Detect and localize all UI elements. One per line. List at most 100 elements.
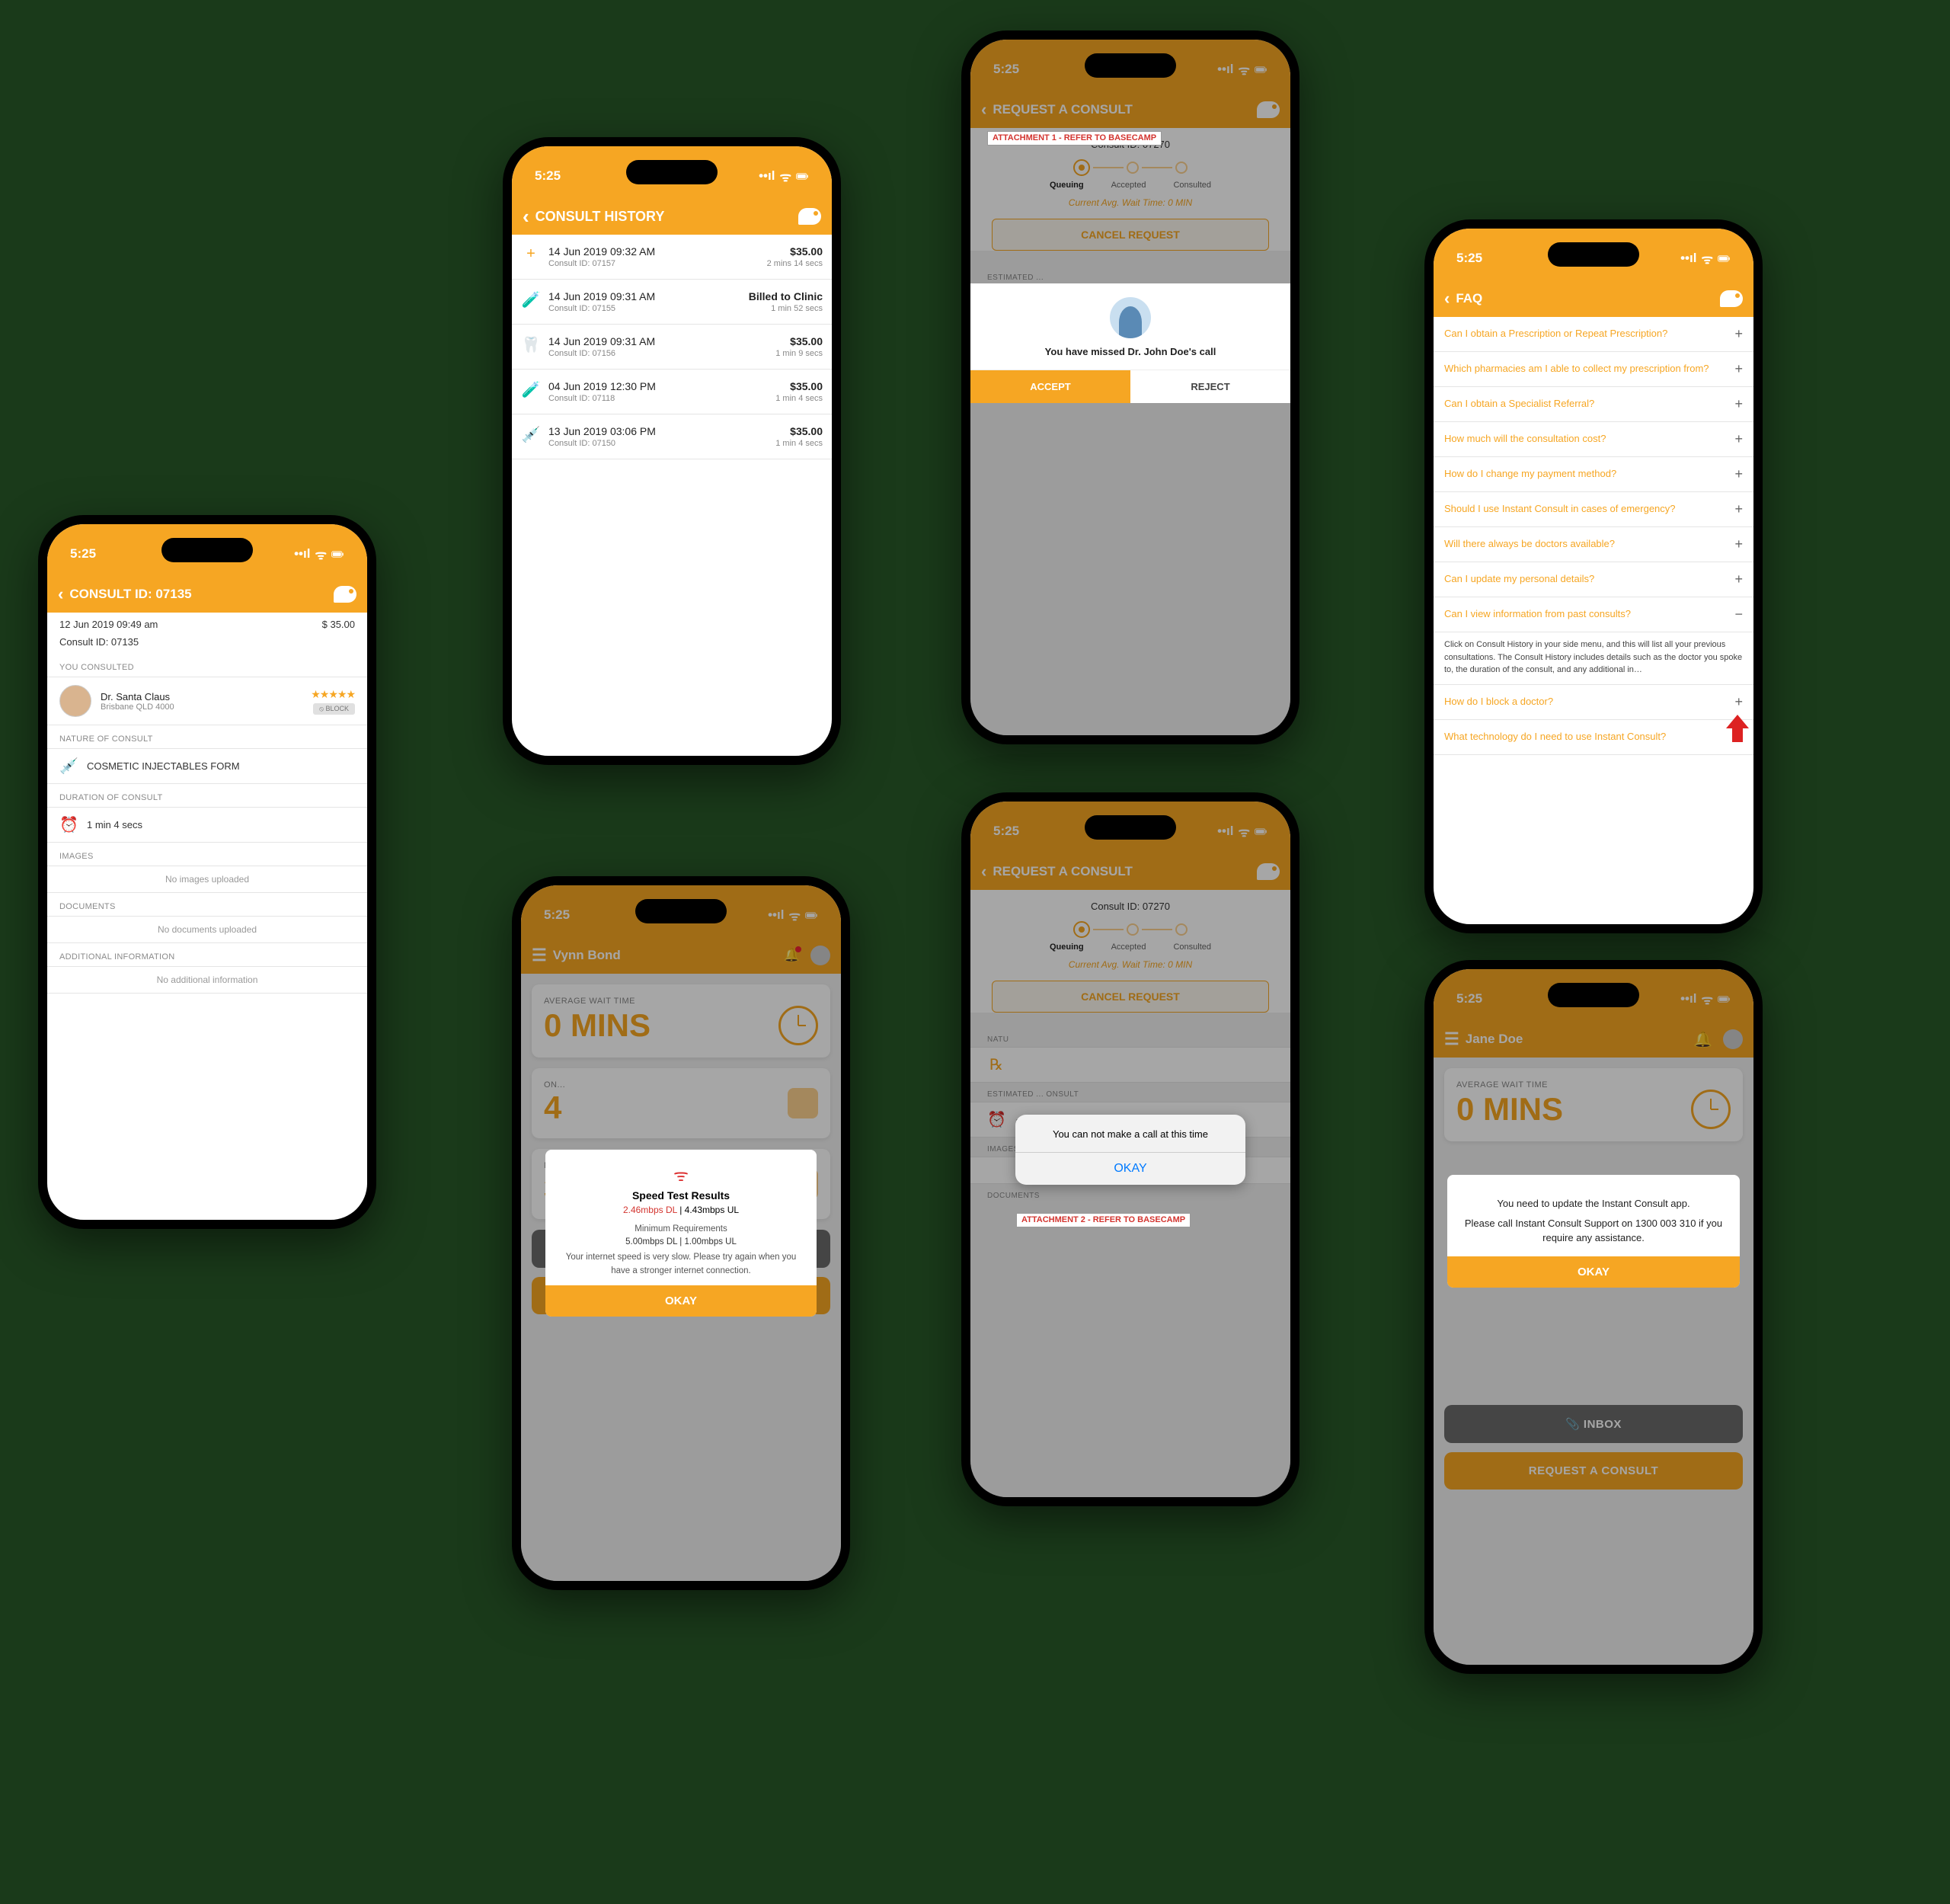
notch xyxy=(1085,53,1176,78)
consult-price: $ 35.00 xyxy=(322,619,355,630)
history-row[interactable]: 🧪 04 Jun 2019 12:30 PM Consult ID: 07118… xyxy=(512,370,832,414)
back-icon[interactable]: ‹ xyxy=(58,584,63,604)
nav-title: CONSULT ID: 07135 xyxy=(69,587,191,602)
consult-datetime: 12 Jun 2019 09:49 am xyxy=(59,619,158,630)
phone-faq: 5:25••ılᯤ ‹FAQ Can I obtain a Prescripti… xyxy=(1424,219,1763,933)
faq-item[interactable]: Will there always be doctors available?+ xyxy=(1434,527,1753,562)
history-row[interactable]: + 14 Jun 2019 09:32 AM Consult ID: 07157… xyxy=(512,235,832,280)
row-price: $35.00 xyxy=(739,245,823,258)
section-additional: ADDITIONAL INFORMATION xyxy=(47,943,367,966)
images-empty: No images uploaded xyxy=(47,866,367,893)
modal-overlay: You need to update the Instant Consult a… xyxy=(1434,969,1753,1665)
alert-okay-button[interactable]: OKAY xyxy=(1015,1152,1245,1185)
plus-icon: + xyxy=(1734,326,1743,342)
phone-cannot-call: 5:25••ılᯤ ‹REQUEST A CONSULT Consult ID:… xyxy=(961,792,1299,1506)
consult-type-icon: 🦷 xyxy=(521,335,541,354)
accept-button[interactable]: ACCEPT xyxy=(970,370,1130,403)
back-icon[interactable]: ‹ xyxy=(1444,289,1450,309)
row-price: $35.00 xyxy=(739,425,823,437)
faq-question: Can I obtain a Prescription or Repeat Pr… xyxy=(1444,328,1725,341)
doctor-avatar-icon xyxy=(1110,297,1151,338)
doctor-avatar-icon xyxy=(59,685,91,717)
back-icon[interactable]: ‹ xyxy=(523,205,529,229)
modal-message: Your internet speed is very slow. Please… xyxy=(556,1251,806,1278)
row-price: $35.00 xyxy=(739,380,823,392)
faq-item-expanded[interactable]: Can I view information from past consult… xyxy=(1434,597,1753,632)
section-documents: DOCUMENTS xyxy=(47,893,367,916)
history-row[interactable]: 🦷 14 Jun 2019 09:31 AM Consult ID: 07156… xyxy=(512,325,832,370)
nature-row: 💉 COSMETIC INJECTABLES FORM xyxy=(47,749,367,784)
plus-icon: + xyxy=(1734,694,1743,710)
notch xyxy=(1085,815,1176,840)
speed-test-modal: ᯤ Speed Test Results 2.46mbps DL | 4.43m… xyxy=(545,1150,817,1317)
ios-alert: You can not make a call at this time OKA… xyxy=(1015,1115,1245,1185)
modal-overlay: You can not make a call at this time OKA… xyxy=(970,802,1290,1497)
faq-item[interactable]: Can I update my personal details? + xyxy=(1434,562,1753,597)
faq-item[interactable]: Which pharmacies am I able to collect my… xyxy=(1434,352,1753,387)
phone-consult-detail: 5:25 ••ılᯤ ‹ CONSULT ID: 07135 12 Jun 20… xyxy=(38,515,376,1229)
row-price: $35.00 xyxy=(739,335,823,347)
missed-call-message: You have missed Dr. John Doe's call xyxy=(970,346,1290,370)
faq-question: How much will the consultation cost? xyxy=(1444,433,1725,446)
consult-type-icon: 🧪 xyxy=(521,290,541,309)
faq-item[interactable]: Can I obtain a Prescription or Repeat Pr… xyxy=(1434,317,1753,352)
row-consult-id: Consult ID: 07156 xyxy=(548,349,731,358)
faq-question: Will there always be doctors available? xyxy=(1444,538,1725,551)
plus-icon: + xyxy=(1734,361,1743,377)
faq-item[interactable]: How do I change my payment method?+ xyxy=(1434,457,1753,492)
plus-icon: + xyxy=(1734,571,1743,587)
syringe-icon: 💉 xyxy=(59,757,78,776)
row-datetime: 14 Jun 2019 09:32 AM xyxy=(548,245,731,258)
nav-title: FAQ xyxy=(1456,291,1482,306)
consult-type-icon: 💉 xyxy=(521,425,541,444)
duration-row: ⏰ 1 min 4 secs xyxy=(47,808,367,843)
faq-item[interactable]: How do I block a doctor?+ xyxy=(1434,685,1753,720)
modal-okay-button[interactable]: OKAY xyxy=(1447,1256,1740,1288)
phone-consult-history: 5:25 ••ılᯤ ‹ CONSULT HISTORY + 14 Jun 20… xyxy=(503,137,841,765)
wifi-icon: ᯤ xyxy=(556,1163,806,1186)
faq-item[interactable]: Should I use Instant Consult in cases of… xyxy=(1434,492,1753,527)
annotation-1: ATTACHMENT 1 - REFER TO BASECAMP xyxy=(987,131,1162,146)
modal-line-2: Please call Instant Consult Support on 1… xyxy=(1462,1216,1725,1246)
row-price: Billed to Clinic xyxy=(739,290,823,302)
notch xyxy=(1548,983,1639,1007)
update-modal: You need to update the Instant Consult a… xyxy=(1447,1175,1740,1288)
faq-item[interactable]: Can I obtain a Specialist Referral?+ xyxy=(1434,387,1753,422)
plus-icon: + xyxy=(1734,431,1743,447)
history-row[interactable]: 💉 13 Jun 2019 03:06 PM Consult ID: 07150… xyxy=(512,414,832,459)
brand-logo-icon xyxy=(334,586,356,603)
rating-stars: ★★★★★ xyxy=(311,688,355,701)
doctor-location: Brisbane QLD 4000 xyxy=(101,702,302,712)
faq-item[interactable]: What technology do I need to use Instant… xyxy=(1434,720,1753,755)
modal-speed-ul: | 4.43mbps UL xyxy=(677,1205,739,1215)
nav-bar: ‹ CONSULT HISTORY xyxy=(512,198,832,235)
block-doctor-badge[interactable]: ⦸ BLOCK xyxy=(313,703,355,715)
row-duration: 1 min 4 secs xyxy=(739,439,823,448)
row-duration: 1 min 9 secs xyxy=(739,349,823,358)
row-consult-id: Consult ID: 07157 xyxy=(548,259,731,268)
status-time: 5:25 xyxy=(1456,251,1482,266)
reject-button[interactable]: REJECT xyxy=(1130,370,1290,403)
doctor-name: Dr. Santa Claus xyxy=(101,691,302,702)
additional-empty: No additional information xyxy=(47,967,367,994)
row-datetime: 13 Jun 2019 03:06 PM xyxy=(548,425,731,437)
modal-req-label: Minimum Requirements xyxy=(556,1223,806,1236)
row-datetime: 14 Jun 2019 09:31 AM xyxy=(548,335,731,347)
faq-question: Should I use Instant Consult in cases of… xyxy=(1444,503,1725,516)
history-row[interactable]: 🧪 14 Jun 2019 09:31 AM Consult ID: 07155… xyxy=(512,280,832,325)
nature-value: COSMETIC INJECTABLES FORM xyxy=(87,760,240,772)
missed-call-modal: You have missed Dr. John Doe's call ACCE… xyxy=(970,283,1290,403)
faq-question: Can I update my personal details? xyxy=(1444,573,1725,586)
notch xyxy=(626,160,718,184)
faq-question: Can I obtain a Specialist Referral? xyxy=(1444,398,1725,411)
faq-item[interactable]: How much will the consultation cost? + xyxy=(1434,422,1753,457)
modal-title: Speed Test Results xyxy=(556,1189,806,1202)
doctor-row[interactable]: Dr. Santa Claus Brisbane QLD 4000 ★★★★★ … xyxy=(47,677,367,725)
row-duration: 2 mins 14 secs xyxy=(739,259,823,268)
modal-okay-button[interactable]: OKAY xyxy=(545,1285,817,1317)
row-datetime: 14 Jun 2019 09:31 AM xyxy=(548,290,731,302)
consult-type-icon: + xyxy=(521,245,541,263)
modal-req-value: 5.00mbps DL | 1.00mbps UL xyxy=(556,1237,806,1246)
notch xyxy=(161,538,253,562)
faq-question: How do I change my payment method? xyxy=(1444,468,1725,481)
